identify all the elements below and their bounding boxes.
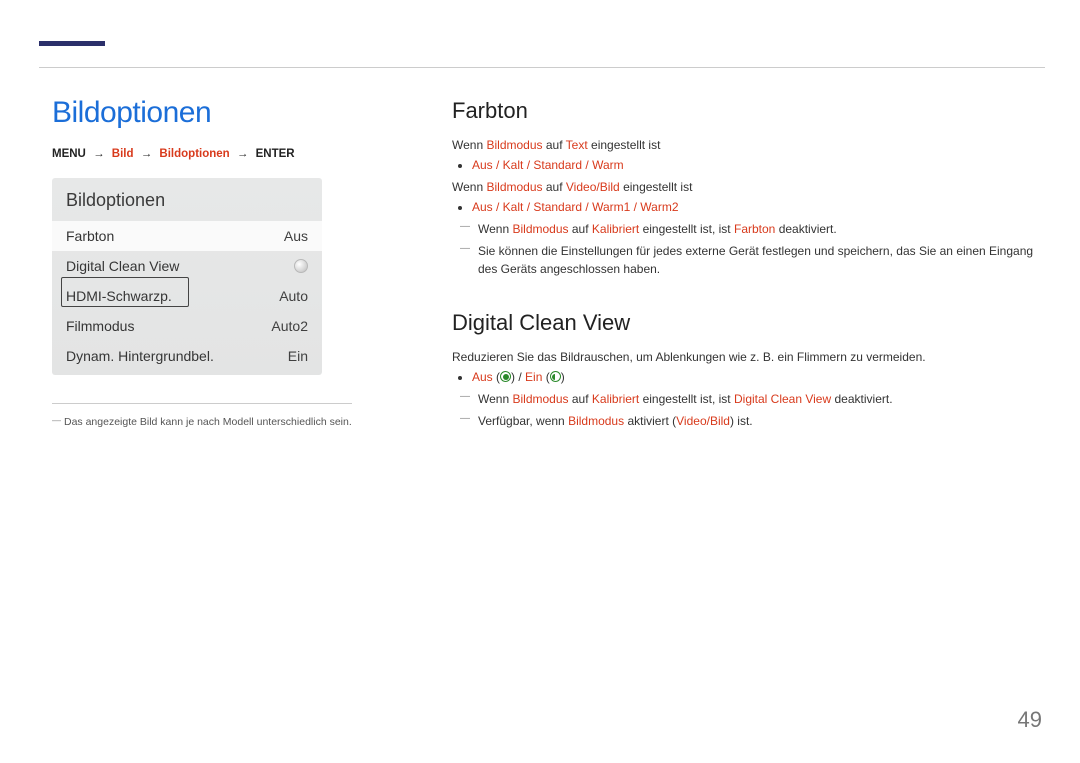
page-number: 49 bbox=[1018, 707, 1042, 733]
footnote-text: Das angezeigte Bild kann je nach Modell … bbox=[64, 416, 352, 428]
panel-title: Bildoptionen bbox=[52, 188, 322, 221]
farbton-condition-video: Wenn Bildmodus auf Video/Bild eingestell… bbox=[452, 178, 1042, 196]
setting-row-dynam-hintergrundbel[interactable]: Dynam. Hintergrundbel. Ein bbox=[52, 341, 322, 371]
farbton-option-list-video: Aus / Kalt / Standard / Warm1 / Warm2 bbox=[472, 198, 1042, 216]
dcv-notes: Wenn Bildmodus auf Kalibriert eingestell… bbox=[460, 390, 1042, 430]
setting-value: Auto2 bbox=[271, 318, 308, 334]
option-values: Aus / Kalt / Standard / Warm1 / Warm2 bbox=[472, 200, 679, 214]
setting-row-hdmi-schwarzp[interactable]: HDMI-Schwarzp. Auto bbox=[52, 281, 322, 311]
footnote: Das angezeigte Bild kann je nach Modell … bbox=[52, 403, 352, 428]
option-values: Aus / Kalt / Standard / Warm bbox=[472, 158, 624, 172]
setting-label: Dynam. Hintergrundbel. bbox=[66, 348, 214, 364]
setting-value: Ein bbox=[288, 348, 308, 364]
page-title: Bildoptionen bbox=[52, 96, 392, 130]
breadcrumb-enter: ENTER bbox=[256, 148, 295, 160]
option-ein: Ein bbox=[525, 370, 542, 384]
farbton-condition-text: Wenn Bildmodus auf Text eingestellt ist bbox=[452, 136, 1042, 154]
setting-label: HDMI-Schwarzp. bbox=[66, 288, 172, 304]
breadcrumb-bildoptionen: Bildoptionen bbox=[159, 148, 229, 160]
header-divider bbox=[39, 67, 1045, 68]
toggle-icon bbox=[294, 259, 308, 273]
breadcrumb: MENU → Bild → Bildoptionen → ENTER bbox=[52, 148, 392, 160]
dcv-option-list: Aus () / Ein () bbox=[472, 368, 1042, 386]
setting-row-digital-clean-view[interactable]: Digital Clean View bbox=[52, 251, 322, 281]
arrow-icon: → bbox=[237, 148, 249, 160]
circle-filled-icon bbox=[500, 371, 511, 382]
settings-panel: Bildoptionen Farbton Aus Digital Clean V… bbox=[52, 178, 322, 375]
section-heading-farbton: Farbton bbox=[452, 98, 1042, 124]
setting-label: Filmmodus bbox=[66, 318, 134, 334]
circle-half-icon bbox=[550, 371, 561, 382]
setting-value: Aus bbox=[284, 228, 308, 244]
setting-row-farbton[interactable]: Farbton Aus bbox=[52, 221, 322, 251]
farbton-option-list: Aus / Kalt / Standard / Warm bbox=[472, 156, 1042, 174]
dcv-description: Reduzieren Sie das Bildrauschen, um Able… bbox=[452, 348, 1042, 366]
breadcrumb-bild: Bild bbox=[112, 148, 134, 160]
setting-value: Auto bbox=[279, 288, 308, 304]
setting-label: Digital Clean View bbox=[66, 258, 179, 274]
breadcrumb-menu: MENU bbox=[52, 148, 86, 160]
setting-row-filmmodus[interactable]: Filmmodus Auto2 bbox=[52, 311, 322, 341]
farbton-note-external-device: Sie können die Einstellungen für jedes e… bbox=[460, 242, 1042, 278]
section-heading-digital-clean-view: Digital Clean View bbox=[452, 310, 1042, 336]
option-aus: Aus bbox=[472, 370, 493, 384]
setting-label: Farbton bbox=[66, 228, 114, 244]
farbton-notes: Wenn Bildmodus auf Kalibriert eingestell… bbox=[460, 220, 1042, 278]
header-accent-bar bbox=[39, 41, 105, 46]
arrow-icon: → bbox=[93, 148, 105, 160]
arrow-icon: → bbox=[141, 148, 153, 160]
